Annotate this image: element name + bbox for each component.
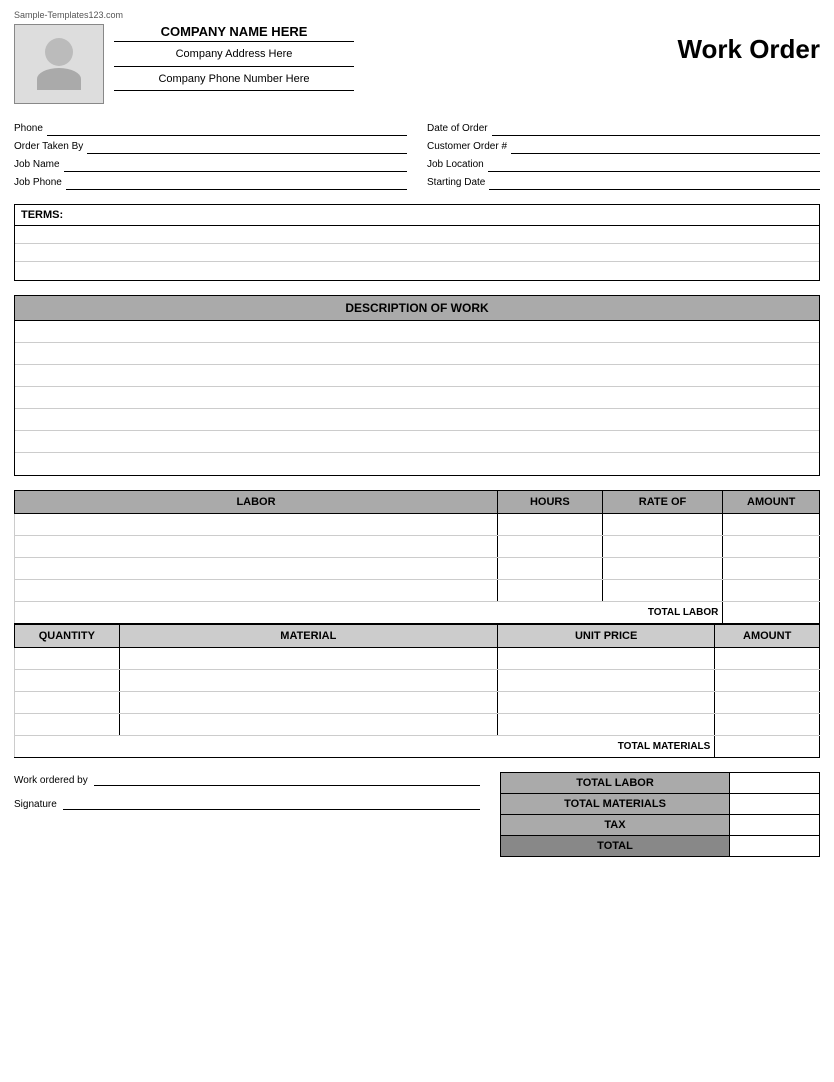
summary-row-tax: TAX bbox=[501, 815, 820, 836]
signature-input[interactable] bbox=[63, 796, 480, 810]
hours-col-header: HOURS bbox=[498, 491, 603, 514]
amount-col-header: AMOUNT bbox=[723, 491, 820, 514]
mat-amount-col-header: AMOUNT bbox=[715, 625, 820, 648]
labor-total-label: TOTAL LABOR bbox=[15, 602, 723, 624]
desc-row-1[interactable] bbox=[15, 321, 819, 343]
quantity-col-header: QUANTITY bbox=[15, 625, 120, 648]
summary-row-total-labor: TOTAL LABOR bbox=[501, 773, 820, 794]
terms-header: TERMS: bbox=[15, 205, 819, 226]
materials-total-label: TOTAL MATERIALS bbox=[15, 736, 715, 758]
summary-total-materials-label: TOTAL MATERIALS bbox=[501, 794, 730, 815]
summary-total-materials-value[interactable] bbox=[730, 794, 820, 815]
labor-table: LABOR HOURS RATE OF AMOUNT TOTAL LABOR bbox=[14, 490, 820, 624]
phone-input[interactable] bbox=[47, 122, 407, 136]
summary-row-total: TOTAL bbox=[501, 836, 820, 857]
signature-section: Work ordered by Signature bbox=[14, 772, 500, 820]
labor-col-header: LABOR bbox=[15, 491, 498, 514]
job-location-input[interactable] bbox=[488, 158, 820, 172]
summary-total-labor-value[interactable] bbox=[730, 773, 820, 794]
material-row-1[interactable] bbox=[15, 648, 820, 670]
phone-label: Phone bbox=[14, 123, 43, 136]
terms-section: TERMS: bbox=[14, 204, 820, 281]
labor-row-1[interactable] bbox=[15, 514, 820, 536]
bottom-section: Work ordered by Signature TOTAL LABOR TO… bbox=[14, 772, 820, 857]
order-taken-by-input[interactable] bbox=[87, 140, 407, 154]
materials-total-row: TOTAL MATERIALS bbox=[15, 736, 820, 758]
desc-row-6[interactable] bbox=[15, 431, 819, 453]
page-title: Work Order bbox=[677, 24, 820, 65]
job-phone-label: Job Phone bbox=[14, 177, 62, 190]
labor-row-4[interactable] bbox=[15, 580, 820, 602]
summary-table: TOTAL LABOR TOTAL MATERIALS TAX TOTAL bbox=[500, 772, 820, 857]
terms-row-2[interactable] bbox=[15, 244, 819, 262]
material-col-header: MATERIAL bbox=[119, 625, 497, 648]
company-address: Company Address Here bbox=[114, 46, 354, 67]
material-row-3[interactable] bbox=[15, 692, 820, 714]
summary-total-value[interactable] bbox=[730, 836, 820, 857]
work-ordered-by-label: Work ordered by bbox=[14, 775, 88, 786]
labor-total-row: TOTAL LABOR bbox=[15, 602, 820, 624]
desc-row-3[interactable] bbox=[15, 365, 819, 387]
form-fields: Phone Date of Order Order Taken By Custo… bbox=[14, 122, 820, 190]
desc-row-5[interactable] bbox=[15, 409, 819, 431]
material-row-2[interactable] bbox=[15, 670, 820, 692]
desc-row-2[interactable] bbox=[15, 343, 819, 365]
job-location-label: Job Location bbox=[427, 159, 484, 172]
summary-row-total-materials: TOTAL MATERIALS bbox=[501, 794, 820, 815]
rate-col-header: RATE OF bbox=[602, 491, 723, 514]
description-section: DESCRIPTION OF WORK bbox=[14, 295, 820, 476]
material-row-4[interactable] bbox=[15, 714, 820, 736]
starting-date-input[interactable] bbox=[489, 176, 820, 190]
unit-price-col-header: UNIT PRICE bbox=[497, 625, 714, 648]
company-logo bbox=[14, 24, 104, 104]
summary-total-label: TOTAL bbox=[501, 836, 730, 857]
watermark: Sample-Templates123.com bbox=[14, 10, 820, 20]
materials-table: QUANTITY MATERIAL UNIT PRICE AMOUNT TOTA… bbox=[14, 624, 820, 758]
terms-row-1[interactable] bbox=[15, 226, 819, 244]
header: COMPANY NAME HERE Company Address Here C… bbox=[14, 24, 820, 104]
work-ordered-by-input[interactable] bbox=[94, 772, 480, 786]
labor-row-3[interactable] bbox=[15, 558, 820, 580]
desc-row-7[interactable] bbox=[15, 453, 819, 475]
customer-order-label: Customer Order # bbox=[427, 141, 507, 154]
description-header: DESCRIPTION OF WORK bbox=[15, 296, 819, 321]
date-of-order-input[interactable] bbox=[492, 122, 820, 136]
summary-tax-value[interactable] bbox=[730, 815, 820, 836]
summary-total-labor-label: TOTAL LABOR bbox=[501, 773, 730, 794]
job-name-input[interactable] bbox=[64, 158, 407, 172]
job-name-label: Job Name bbox=[14, 159, 60, 172]
labor-row-2[interactable] bbox=[15, 536, 820, 558]
desc-row-4[interactable] bbox=[15, 387, 819, 409]
customer-order-input[interactable] bbox=[511, 140, 820, 154]
date-of-order-label: Date of Order bbox=[427, 123, 488, 136]
signature-label: Signature bbox=[14, 799, 57, 810]
materials-total-value[interactable] bbox=[715, 736, 820, 758]
summary-tax-label: TAX bbox=[501, 815, 730, 836]
starting-date-label: Starting Date bbox=[427, 177, 485, 190]
company-phone: Company Phone Number Here bbox=[114, 71, 354, 92]
job-phone-input[interactable] bbox=[66, 176, 407, 190]
company-info: COMPANY NAME HERE Company Address Here C… bbox=[114, 24, 354, 95]
terms-row-3[interactable] bbox=[15, 262, 819, 280]
order-taken-by-label: Order Taken By bbox=[14, 141, 83, 154]
labor-total-value[interactable] bbox=[723, 602, 820, 624]
company-name: COMPANY NAME HERE bbox=[114, 24, 354, 42]
